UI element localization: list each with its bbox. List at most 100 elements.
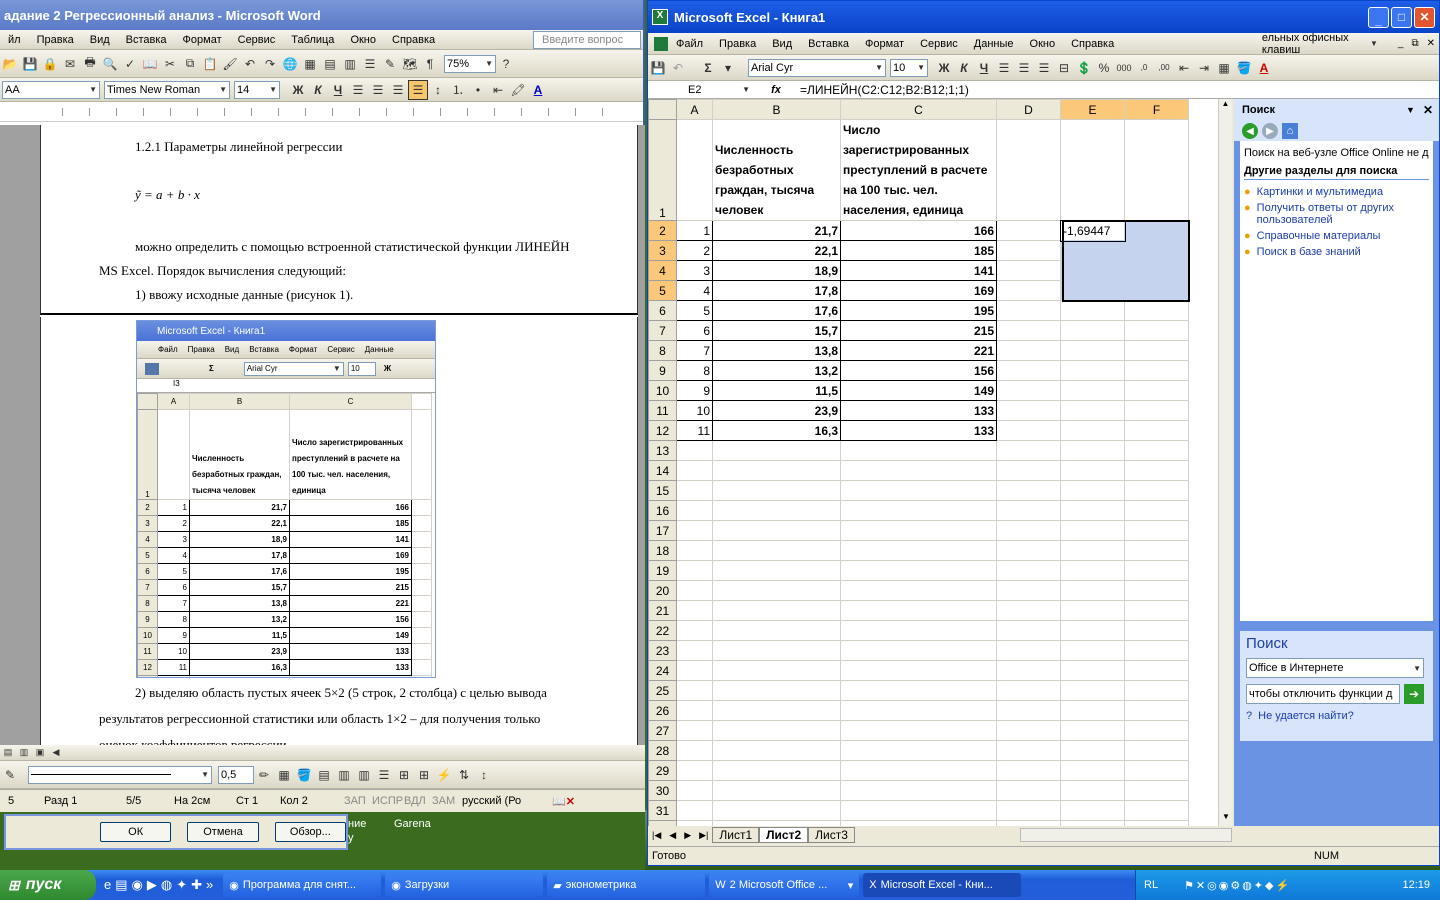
- forward-icon[interactable]: ▶: [1262, 123, 1278, 139]
- task-pane-close-icon[interactable]: ✕: [1423, 103, 1433, 117]
- row-header[interactable]: 13: [648, 440, 677, 461]
- cell[interactable]: [1060, 680, 1125, 701]
- copy-icon[interactable]: ⧉: [180, 54, 200, 74]
- tables-borders-icon[interactable]: ▦: [300, 54, 320, 74]
- data-cell[interactable]: 11,5: [712, 380, 841, 401]
- cell[interactable]: [676, 480, 713, 501]
- cell[interactable]: [996, 440, 1061, 461]
- cell[interactable]: [712, 600, 841, 621]
- excel-menu-edit[interactable]: Правка: [711, 38, 764, 50]
- cell[interactable]: [1124, 740, 1189, 761]
- cut-icon[interactable]: ✂: [160, 54, 180, 74]
- cell[interactable]: [840, 780, 997, 801]
- row-header[interactable]: 19: [648, 560, 677, 581]
- cell[interactable]: [996, 540, 1061, 561]
- cell[interactable]: [996, 460, 1061, 481]
- data-cell[interactable]: 169: [840, 280, 997, 301]
- cell[interactable]: [996, 280, 1061, 301]
- cell[interactable]: [840, 720, 997, 741]
- cell[interactable]: [1124, 520, 1189, 541]
- bullets-icon[interactable]: •: [468, 80, 488, 100]
- cell[interactable]: [840, 580, 997, 601]
- cell[interactable]: [1060, 760, 1125, 781]
- cell[interactable]: [676, 800, 713, 821]
- print-icon[interactable]: 🖶: [80, 54, 100, 74]
- word-menu-edit[interactable]: Правка: [29, 34, 82, 46]
- cell[interactable]: [676, 620, 713, 641]
- word-titlebar[interactable]: адание 2 Регрессионный анализ - Microsof…: [0, 0, 643, 30]
- insert-excel-icon[interactable]: ▥: [340, 54, 360, 74]
- cell[interactable]: [996, 420, 1061, 441]
- word-menu-help[interactable]: Справка: [384, 34, 443, 46]
- task-pane-menu-icon[interactable]: ▼: [1406, 105, 1415, 115]
- data-cell[interactable]: 215: [840, 320, 997, 341]
- cell[interactable]: [1124, 460, 1189, 481]
- column-header[interactable]: A: [676, 99, 713, 120]
- cell[interactable]: [712, 800, 841, 821]
- cell[interactable]: [840, 740, 997, 761]
- cell[interactable]: [676, 740, 713, 761]
- worksheet-grid[interactable]: A B C D E F 1 Численность безработных граждан, …: [648, 99, 1189, 826]
- excel-doc-icon[interactable]: [654, 36, 668, 51]
- cell[interactable]: [1060, 380, 1125, 401]
- cell[interactable]: [840, 460, 997, 481]
- cell[interactable]: [712, 660, 841, 681]
- cell[interactable]: [1060, 540, 1125, 561]
- cell[interactable]: [712, 580, 841, 601]
- data-cell[interactable]: 2: [676, 240, 713, 261]
- doc-restore-icon[interactable]: ⧉: [1407, 38, 1422, 49]
- redo-icon[interactable]: ↷: [260, 54, 280, 74]
- pane-link-3[interactable]: ● Справочные материалы: [1244, 230, 1429, 242]
- cell[interactable]: [840, 680, 997, 701]
- row-header[interactable]: 25: [648, 680, 677, 701]
- cell[interactable]: [1060, 620, 1125, 641]
- row-header[interactable]: 22: [648, 620, 677, 641]
- undo-icon[interactable]: ↶: [240, 54, 260, 74]
- spelling-icon[interactable]: ✓: [120, 54, 140, 74]
- cell[interactable]: [1060, 119, 1125, 221]
- cell[interactable]: [996, 380, 1061, 401]
- cell[interactable]: [1124, 620, 1189, 641]
- tool-icon[interactable]: ✦: [176, 877, 187, 893]
- row-header[interactable]: 5: [648, 280, 677, 301]
- status-ext[interactable]: ВДЛ: [404, 795, 432, 807]
- excel-titlebar[interactable]: X Microsoft Excel - Книга1 _ □ ✕: [648, 1, 1439, 33]
- data-cell[interactable]: 18,9: [712, 260, 841, 281]
- word-menu-insert[interactable]: Вставка: [118, 34, 175, 46]
- cell[interactable]: [1124, 540, 1189, 561]
- ruler[interactable]: [0, 102, 643, 122]
- italic-icon[interactable]: К: [954, 58, 974, 78]
- taskbar-item-5[interactable]: X Microsoft Excel - Кни...: [863, 873, 1022, 897]
- word-ask-question[interactable]: Введите вопрос: [533, 30, 641, 49]
- media-icon[interactable]: ▶: [147, 877, 157, 893]
- spelling-status-icon[interactable]: 📖✕: [552, 795, 575, 808]
- data-cell[interactable]: 3: [676, 260, 713, 281]
- cell[interactable]: [676, 500, 713, 521]
- currency-icon[interactable]: 💲: [1074, 58, 1094, 78]
- row-header[interactable]: 2: [648, 220, 677, 241]
- cell[interactable]: [1124, 600, 1189, 621]
- cell[interactable]: [676, 119, 713, 221]
- data-cell[interactable]: 17,8: [712, 280, 841, 301]
- document-map-icon[interactable]: 🗺: [400, 54, 420, 74]
- cell[interactable]: [840, 800, 997, 821]
- row-header[interactable]: 26: [648, 700, 677, 721]
- data-cell[interactable]: 6: [676, 320, 713, 341]
- start-button[interactable]: ⊞ пуск: [0, 870, 96, 900]
- cell[interactable]: [1124, 260, 1189, 281]
- data-cell[interactable]: 17,6: [712, 300, 841, 321]
- doc-minimize-icon[interactable]: _: [1394, 38, 1408, 49]
- cell[interactable]: [712, 440, 841, 461]
- data-cell[interactable]: 195: [840, 300, 997, 321]
- excel-size-combo[interactable]: 10 ▼: [890, 58, 928, 77]
- row-header[interactable]: 6: [648, 300, 677, 321]
- cant-find-link[interactable]: ? Не удается найти?: [1246, 710, 1427, 722]
- cell[interactable]: [1060, 500, 1125, 521]
- next-sheet-icon[interactable]: ▶: [680, 830, 695, 841]
- row-header[interactable]: 8: [648, 340, 677, 361]
- cell[interactable]: [676, 560, 713, 581]
- data-cell[interactable]: 23,9: [712, 400, 841, 421]
- cell[interactable]: [712, 520, 841, 541]
- cell[interactable]: [1124, 560, 1189, 581]
- distribute-cols-icon[interactable]: ⊞: [414, 765, 434, 785]
